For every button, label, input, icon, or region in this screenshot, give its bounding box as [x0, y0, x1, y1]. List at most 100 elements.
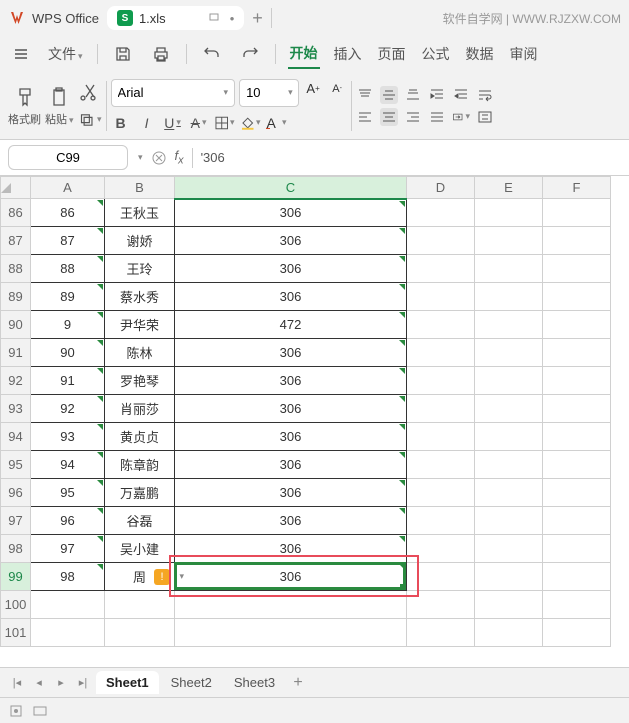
col-header-C[interactable]: C: [175, 177, 407, 199]
cell[interactable]: [543, 619, 611, 647]
col-header-A[interactable]: A: [31, 177, 105, 199]
cell[interactable]: [475, 507, 543, 535]
last-sheet-icon[interactable]: ▸|: [74, 674, 92, 692]
font-size-select[interactable]: ▾: [239, 79, 299, 107]
row-header[interactable]: 94: [1, 423, 31, 451]
cell[interactable]: [407, 535, 475, 563]
row-header[interactable]: 93: [1, 395, 31, 423]
warning-flag-icon[interactable]: !: [154, 569, 170, 585]
cell[interactable]: 91: [31, 367, 105, 395]
add-sheet-button[interactable]: +: [289, 674, 307, 692]
row-header[interactable]: 99: [1, 563, 31, 591]
cell[interactable]: [407, 507, 475, 535]
cell[interactable]: [407, 423, 475, 451]
hamburger-icon[interactable]: [8, 41, 34, 67]
cell[interactable]: 306: [175, 367, 407, 395]
cell[interactable]: 王秋玉: [105, 199, 175, 227]
cell[interactable]: 96: [31, 507, 105, 535]
align-bottom-icon[interactable]: [404, 86, 422, 104]
row-header[interactable]: 90: [1, 311, 31, 339]
cell[interactable]: [105, 591, 175, 619]
row-header[interactable]: 86: [1, 199, 31, 227]
print-icon[interactable]: [148, 41, 174, 67]
cell[interactable]: [407, 199, 475, 227]
cell[interactable]: [543, 283, 611, 311]
spreadsheet-grid[interactable]: ABCDEF8686王秋玉3068787谢娇3068888王玲3068989蔡水…: [0, 176, 629, 667]
undo-icon[interactable]: [199, 41, 225, 67]
cell[interactable]: [543, 535, 611, 563]
cell[interactable]: [407, 255, 475, 283]
merge-cells-icon[interactable]: ▾: [452, 108, 470, 126]
cell[interactable]: [543, 479, 611, 507]
row-header[interactable]: 89: [1, 283, 31, 311]
col-header-D[interactable]: D: [407, 177, 475, 199]
copy-icon[interactable]: ▾: [78, 108, 102, 132]
prev-sheet-icon[interactable]: ◂: [30, 674, 48, 692]
cell[interactable]: [475, 563, 543, 591]
cell[interactable]: 306: [175, 199, 407, 227]
menu-formula[interactable]: 公式: [420, 40, 452, 68]
row-header[interactable]: 96: [1, 479, 31, 507]
next-sheet-icon[interactable]: ▸: [52, 674, 70, 692]
align-middle-icon[interactable]: [380, 86, 398, 104]
cell[interactable]: [543, 563, 611, 591]
justify-icon[interactable]: [428, 108, 446, 126]
cut-icon[interactable]: [78, 80, 102, 104]
row-header[interactable]: 88: [1, 255, 31, 283]
new-tab-button[interactable]: +: [252, 8, 263, 29]
paste-button[interactable]: 粘贴▾: [45, 85, 74, 127]
col-header-B[interactable]: B: [105, 177, 175, 199]
cell[interactable]: 蔡水秀: [105, 283, 175, 311]
cell[interactable]: 88: [31, 255, 105, 283]
cell[interactable]: [407, 563, 475, 591]
menu-data[interactable]: 数据: [464, 40, 496, 68]
font-name-select[interactable]: ▾: [111, 79, 236, 107]
cell[interactable]: [543, 255, 611, 283]
row-header[interactable]: 91: [1, 339, 31, 367]
bold-button[interactable]: B: [111, 113, 131, 133]
menu-review[interactable]: 审阅: [508, 40, 540, 68]
chevron-down-icon[interactable]: ▾: [138, 152, 143, 163]
format-brush-button[interactable]: 格式刷: [8, 85, 41, 127]
cell[interactable]: [407, 311, 475, 339]
cell[interactable]: 9: [31, 311, 105, 339]
cell[interactable]: 306: [175, 339, 407, 367]
increase-indent-icon[interactable]: [452, 86, 470, 104]
row-header[interactable]: 97: [1, 507, 31, 535]
select-all-corner[interactable]: [1, 177, 31, 199]
cell[interactable]: [475, 283, 543, 311]
cell[interactable]: 黄贞贞: [105, 423, 175, 451]
cell[interactable]: [475, 395, 543, 423]
align-center-icon[interactable]: [380, 108, 398, 126]
cell[interactable]: 93: [31, 423, 105, 451]
cell[interactable]: 92: [31, 395, 105, 423]
cell[interactable]: 97: [31, 535, 105, 563]
formula-input[interactable]: [201, 150, 621, 165]
col-header-E[interactable]: E: [475, 177, 543, 199]
row-header[interactable]: 101: [1, 619, 31, 647]
window-icon[interactable]: [208, 11, 220, 23]
cell[interactable]: [407, 619, 475, 647]
align-left-icon[interactable]: [356, 108, 374, 126]
cell[interactable]: [105, 619, 175, 647]
cell[interactable]: [407, 591, 475, 619]
row-header[interactable]: 87: [1, 227, 31, 255]
row-header[interactable]: 100: [1, 591, 31, 619]
menu-insert[interactable]: 插入: [332, 40, 364, 68]
cell[interactable]: [407, 479, 475, 507]
cell[interactable]: [543, 367, 611, 395]
cell[interactable]: 306: [175, 535, 407, 563]
cell[interactable]: [475, 591, 543, 619]
cell[interactable]: 罗艳琴: [105, 367, 175, 395]
cell[interactable]: [475, 227, 543, 255]
cell[interactable]: 89: [31, 283, 105, 311]
cell[interactable]: [407, 367, 475, 395]
font-color-button[interactable]: A▾: [267, 113, 287, 133]
cell[interactable]: [543, 423, 611, 451]
cell[interactable]: 306: [175, 227, 407, 255]
wrap-text-icon[interactable]: [476, 86, 494, 104]
cell[interactable]: [175, 619, 407, 647]
cell[interactable]: [543, 311, 611, 339]
strikethrough-button[interactable]: A▾: [189, 113, 209, 133]
cell[interactable]: 306: [175, 451, 407, 479]
